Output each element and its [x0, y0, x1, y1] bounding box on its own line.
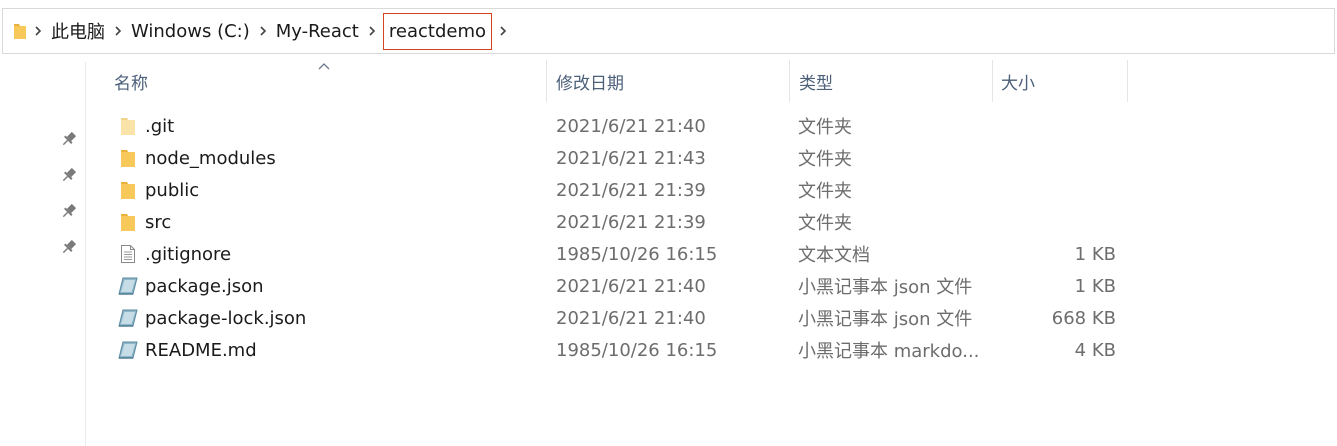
file-date: 1985/10/26 16:15 [556, 243, 718, 265]
file-date: 2021/6/21 21:43 [556, 147, 706, 169]
breadcrumb-reactdemo[interactable]: reactdemo [382, 12, 492, 50]
file-row[interactable]: public 2021/6/21 21:39 文件夹 [106, 174, 1128, 206]
breadcrumb-my-react[interactable]: My-React [274, 8, 361, 54]
chevron-right-icon[interactable] [27, 8, 49, 54]
pin-icon[interactable] [60, 166, 78, 184]
file-date: 2021/6/21 21:40 [556, 275, 706, 297]
file-size [996, 110, 1116, 142]
chevron-right-icon[interactable] [492, 8, 514, 54]
file-name: package.json [145, 275, 264, 297]
file-size: 1 KB [1074, 275, 1116, 297]
column-header-bar: 名称 修改日期 类型 大小 [0, 60, 1337, 102]
folder-icon [116, 142, 140, 174]
file-date: 2021/6/21 21:40 [556, 307, 706, 329]
file-row[interactable]: node_modules 2021/6/21 21:43 文件夹 [106, 142, 1128, 174]
file-size [996, 142, 1116, 174]
file-name: .git [145, 115, 175, 137]
file-type: 小黑记事本 json 文件 [798, 277, 973, 298]
pin-icon[interactable] [60, 130, 78, 148]
file-row[interactable]: src 2021/6/21 21:39 文件夹 [106, 206, 1128, 238]
file-name: node_modules [145, 147, 276, 169]
notepad-file-icon [116, 302, 140, 334]
file-date: 1985/10/26 16:15 [556, 339, 718, 361]
file-size [996, 206, 1116, 238]
file-row[interactable]: .git 2021/6/21 21:40 文件夹 [106, 110, 1128, 142]
file-name: src [145, 211, 172, 233]
folder-icon [116, 206, 140, 238]
navigation-pane[interactable] [0, 62, 86, 446]
notepad-file-icon [116, 270, 140, 302]
file-type: 文件夹 [798, 117, 852, 138]
file-type: 小黑记事本 json 文件 [798, 309, 973, 330]
file-date: 2021/6/21 21:39 [556, 211, 706, 233]
file-row[interactable]: package-lock.json 2021/6/21 21:40 小黑记事本 … [106, 302, 1128, 334]
file-name: .gitignore [145, 243, 232, 265]
file-row[interactable]: package.json 2021/6/21 21:40 小黑记事本 json … [106, 270, 1128, 302]
file-type: 文本文档 [798, 245, 870, 266]
file-date: 2021/6/21 21:39 [556, 179, 706, 201]
breadcrumb-this-pc[interactable]: 此电脑 [49, 8, 107, 54]
chevron-right-icon[interactable] [252, 8, 274, 54]
file-size [996, 174, 1116, 206]
file-type: 文件夹 [798, 213, 852, 234]
file-name: README.md [145, 339, 257, 361]
text-document-icon [116, 238, 140, 270]
column-header-name[interactable]: 名称 [106, 60, 547, 102]
column-header-date[interactable]: 修改日期 [548, 60, 790, 102]
chevron-right-icon[interactable] [361, 8, 383, 54]
file-type: 文件夹 [798, 181, 852, 202]
pin-icon[interactable] [60, 202, 78, 220]
folder-faded-icon [116, 110, 140, 142]
pin-icon[interactable] [60, 238, 78, 256]
file-type: 文件夹 [798, 149, 852, 170]
file-type: 小黑记事本 markdo... [798, 341, 980, 362]
column-header-type[interactable]: 类型 [791, 60, 993, 102]
folder-icon [116, 174, 140, 206]
file-size: 1 KB [1074, 243, 1116, 265]
notepad-file-icon [116, 334, 140, 366]
breadcrumb-windows-c[interactable]: Windows (C:) [129, 8, 252, 54]
address-bar[interactable]: 此电脑 Windows (C:) My-React reactdemo [2, 8, 1335, 54]
file-row[interactable]: .gitignore 1985/10/26 16:15 文本文档 1 KB [106, 238, 1128, 270]
file-size: 668 KB [1051, 307, 1116, 329]
folder-icon [13, 22, 27, 40]
file-name: package-lock.json [145, 307, 307, 329]
chevron-right-icon[interactable] [107, 8, 129, 54]
file-row[interactable]: README.md 1985/10/26 16:15 小黑记事本 markdo.… [106, 334, 1128, 366]
column-header-size[interactable]: 大小 [993, 60, 1128, 102]
file-date: 2021/6/21 21:40 [556, 115, 706, 137]
file-name: public [145, 179, 200, 201]
file-size: 4 KB [1074, 339, 1116, 361]
